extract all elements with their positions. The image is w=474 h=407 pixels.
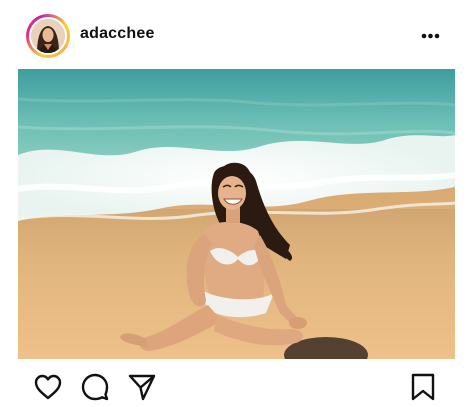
comment-button[interactable]: [80, 372, 110, 402]
post-header: adacchee: [0, 0, 474, 70]
profile-photo: [31, 19, 65, 53]
comment-bubble-icon: [81, 373, 109, 401]
action-bar: [0, 364, 474, 406]
post-image[interactable]: [18, 69, 455, 359]
like-button[interactable]: [33, 372, 63, 402]
username[interactable]: adacchee: [80, 25, 155, 43]
more-options-button[interactable]: [412, 22, 448, 50]
heart-icon: [34, 374, 62, 400]
save-button[interactable]: [408, 372, 438, 402]
story-ring[interactable]: [26, 14, 70, 58]
bookmark-icon: [411, 373, 435, 401]
more-horizontal-icon: [421, 33, 440, 39]
paper-plane-icon: [128, 374, 156, 401]
beach-photo: [18, 69, 455, 359]
share-button[interactable]: [127, 372, 157, 402]
avatar[interactable]: [29, 17, 67, 55]
